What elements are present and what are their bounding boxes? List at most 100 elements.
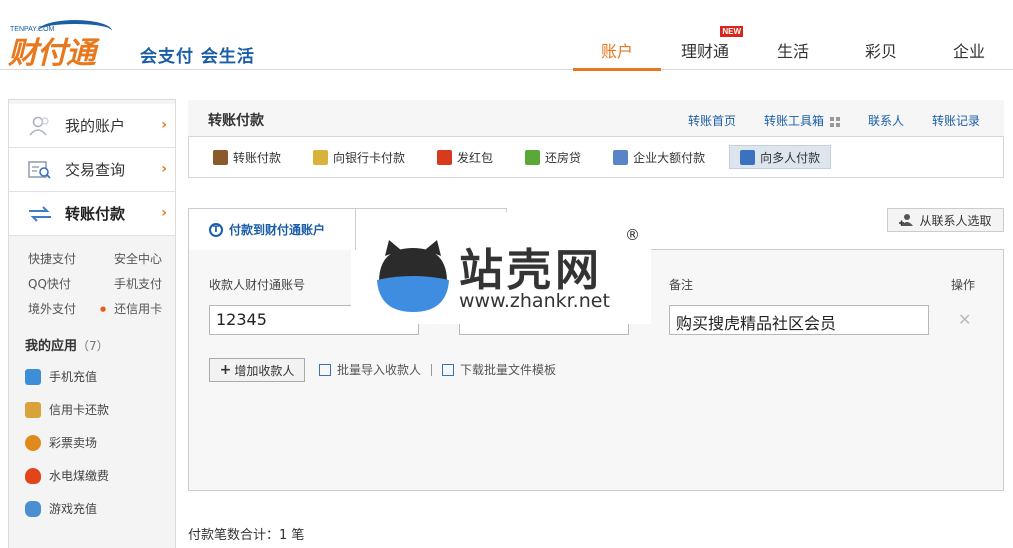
download-icon <box>442 363 455 376</box>
app-lottery[interactable]: 彩票卖场 <box>9 426 175 459</box>
nav-label: 生活 <box>776 42 809 61</box>
link-transfer-toolbox[interactable]: 转账工具箱 <box>764 112 840 129</box>
app-credit-card[interactable]: 信用卡还款 <box>9 393 175 426</box>
page-title: 转账付款 <box>208 113 264 129</box>
chevron-right-icon: › <box>161 161 167 177</box>
header: TENPAY.COM 财付通 会支付 会生活 账户 理财通 NEW 生活 彩贝 企… <box>0 0 1013 71</box>
link-transfer-home[interactable]: 转账首页 <box>688 112 736 129</box>
chevron-right-icon: › <box>161 117 167 133</box>
add-button-label: 增加收款人 <box>234 363 295 378</box>
app-game-recharge[interactable]: 游戏充值 <box>9 492 175 525</box>
quick-links: 快捷支付 安全中心 QQ快付 手机支付 境外支付 还信用卡 <box>9 236 175 327</box>
app-label: 游戏充值 <box>49 502 98 516</box>
app-phone-recharge[interactable]: 手机充值 <box>9 360 175 393</box>
tab-red-envelope[interactable]: 发红包 <box>435 145 497 169</box>
nav-account[interactable]: 账户 <box>573 30 661 71</box>
contact-button-label: 从联系人选取 <box>919 213 992 228</box>
tenpay-t-icon: T <box>209 222 223 237</box>
lottery-ball-icon <box>25 434 41 451</box>
quick-link-qq-pay[interactable]: QQ快付 <box>28 275 114 292</box>
nav-enterprise[interactable]: 企业 <box>925 30 1013 70</box>
gamepad-icon <box>25 500 41 517</box>
delete-row-icon[interactable]: ✕ <box>958 310 971 329</box>
bank-card-icon <box>313 149 329 165</box>
phone-recharge-icon <box>25 368 41 385</box>
main-header: 转账付款 转账首页 转账工具箱 联系人 转账记录 <box>188 100 1004 136</box>
red-envelope-icon <box>437 149 453 165</box>
link-label: 转账工具箱 <box>763 114 824 128</box>
sidebar-item-transfer[interactable]: 转账付款 › <box>9 192 175 236</box>
tab-pay-to-tenpay[interactable]: T 付款到财付通账户 <box>188 208 356 250</box>
quick-link-credit-card[interactable]: 还信用卡 <box>114 300 184 317</box>
tab-label: 向银行卡付款 <box>333 150 406 165</box>
enterprise-icon <box>613 149 629 165</box>
quick-link-mobile-pay[interactable]: 手机支付 <box>114 275 184 292</box>
sidebar-item-transactions[interactable]: 交易查询 › <box>9 148 175 192</box>
apps-list: 手机充值 信用卡还款 彩票卖场 水电煤缴费 游戏充值 <box>9 354 175 525</box>
new-badge: NEW <box>720 26 743 37</box>
header-links: 转账首页 转账工具箱 联系人 转账记录 <box>688 112 980 129</box>
wallet-icon <box>213 149 228 165</box>
tenpay-logo[interactable]: TENPAY.COM 财付通 会支付 会生活 <box>8 16 258 71</box>
app-label: 手机充值 <box>49 370 98 384</box>
tab-label: 企业大额付款 <box>633 150 706 165</box>
quick-link-security[interactable]: 安全中心 <box>114 250 184 267</box>
page: TENPAY.COM 财付通 会支付 会生活 账户 理财通 NEW 生活 彩贝 企… <box>0 0 1013 548</box>
add-payee-button[interactable]: + 增加收款人 <box>209 358 305 382</box>
tab-bank-card[interactable]: 向银行卡付款 <box>311 145 409 169</box>
quick-link-fast-pay[interactable]: 快捷支付 <box>28 250 114 267</box>
column-action-label: 操作 <box>951 278 976 292</box>
logo-brand: 财付通 <box>8 36 96 71</box>
select-from-contacts-button[interactable]: 从联系人选取 <box>887 208 1004 232</box>
house-icon <box>525 149 541 165</box>
logo-slogan: 会支付 会生活 <box>140 47 255 67</box>
batch-import-link[interactable]: 批量导入收款人 <box>337 361 421 378</box>
my-apps-label: 我的应用 <box>25 339 78 354</box>
tab-enterprise-payment[interactable]: 企业大额付款 <box>611 145 709 169</box>
app-label: 信用卡还款 <box>49 403 110 417</box>
sidebar-item-label: 我的账户 <box>65 117 126 135</box>
column-account-label: 收款人财付通账号 <box>209 278 306 292</box>
app-utilities[interactable]: 水电煤缴费 <box>9 459 175 492</box>
sidebar-item-label: 转账付款 <box>65 205 126 223</box>
sidebar: 我的账户 › 交易查询 › 转账付款 › 快捷支付 安全中心 QQ快付 手机支付… <box>8 99 176 548</box>
remark-input[interactable]: 购买搜虎精品社区会员 <box>669 305 929 335</box>
my-apps-count: （7） <box>77 339 109 353</box>
tab-mortgage[interactable]: 还房贷 <box>523 145 585 169</box>
download-template-link[interactable]: 下载批量文件模板 <box>460 361 556 378</box>
form-tab-label: 付款到财付通账户 <box>229 223 326 237</box>
watermark-cat-logo <box>377 240 449 312</box>
user-icon <box>29 116 49 136</box>
grid-icon <box>829 116 840 127</box>
payment-count-summary: 付款笔数合计：1 笔 <box>188 528 305 543</box>
nav-label: 彩贝 <box>864 42 897 61</box>
link-contacts[interactable]: 联系人 <box>868 112 904 129</box>
tab-multi-payment[interactable]: 向多人付款 <box>729 145 832 169</box>
batch-links: 批量导入收款人 下载批量文件模板 <box>319 361 556 378</box>
sidebar-item-label: 交易查询 <box>65 161 126 179</box>
nav-label: 账户 <box>600 42 633 61</box>
watermark: 站壳网 ® www.zhankr.net <box>351 212 651 324</box>
credit-card-icon <box>25 401 41 418</box>
tab-label: 向多人付款 <box>760 150 821 165</box>
app-label: 水电煤缴费 <box>49 469 110 483</box>
tab-label: 还房贷 <box>545 150 582 165</box>
multi-user-icon <box>740 149 756 165</box>
nav-life[interactable]: 生活 <box>749 30 837 70</box>
tab-transfer-payment[interactable]: 转账付款 <box>211 145 285 169</box>
nav-caibei[interactable]: 彩贝 <box>837 30 925 70</box>
nav-licaitong[interactable]: 理财通 NEW <box>661 26 749 70</box>
nav-label: 理财通 <box>680 42 729 61</box>
sub-tabs: 转账付款 向银行卡付款 发红包 还房贷 企业大额付款 向多人付款 <box>188 136 1004 178</box>
plus-icon: + <box>219 362 232 378</box>
add-contact-icon <box>899 214 914 226</box>
link-transfer-records[interactable]: 转账记录 <box>932 112 980 129</box>
chevron-right-icon: › <box>161 205 167 221</box>
registered-mark: ® <box>625 226 640 244</box>
nav-label: 企业 <box>952 42 985 61</box>
excel-icon <box>319 363 331 376</box>
my-apps-title: 我的应用（7） <box>9 327 175 354</box>
tab-label: 发红包 <box>457 150 494 165</box>
watermark-text: 站壳网 <box>459 245 603 296</box>
sidebar-item-my-account[interactable]: 我的账户 › <box>9 104 175 148</box>
